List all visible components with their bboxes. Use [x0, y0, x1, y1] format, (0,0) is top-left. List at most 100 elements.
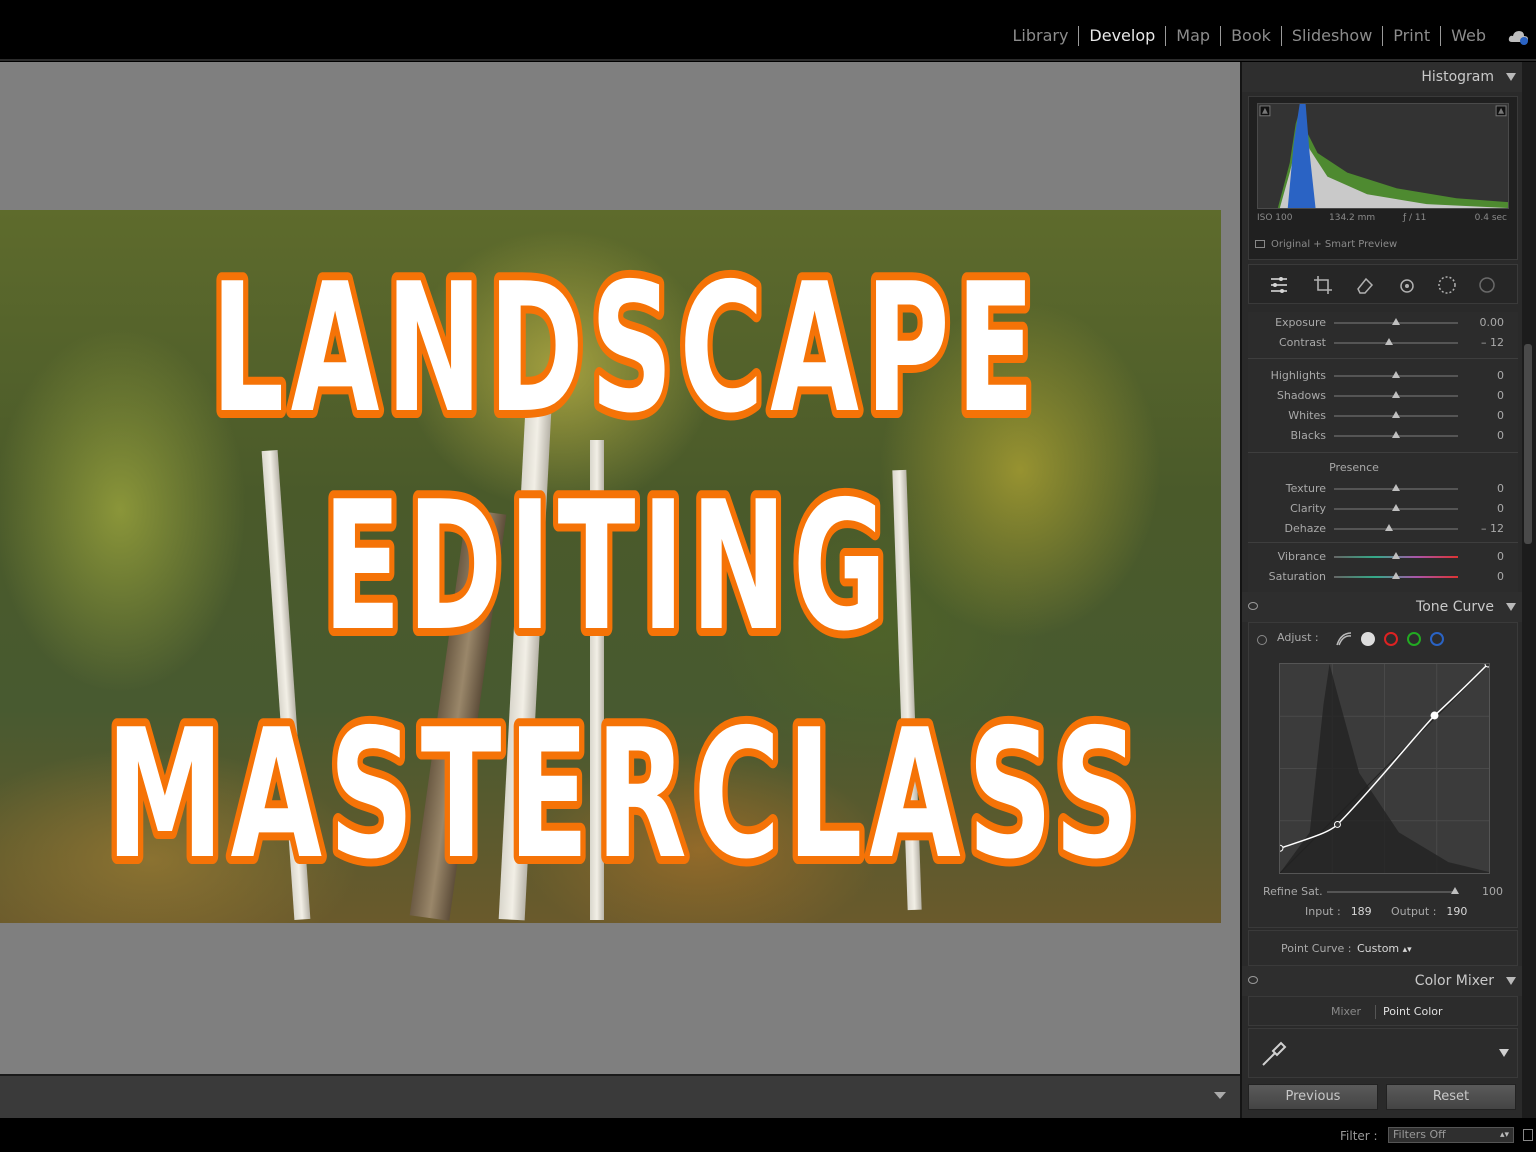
slider-value[interactable]: 0.00 — [1480, 316, 1505, 329]
slider-thumb[interactable] — [1392, 318, 1400, 325]
slider-label: Texture — [1285, 482, 1326, 495]
updown-arrows-icon: ▴▾ — [1402, 945, 1412, 955]
slider-thumb[interactable] — [1392, 431, 1400, 438]
red-eye-icon[interactable] — [1397, 275, 1417, 295]
slider-value[interactable]: 0 — [1497, 502, 1504, 515]
right-panel-scrollbar[interactable] — [1522, 62, 1536, 1118]
slider-value[interactable]: – 12 — [1481, 522, 1504, 535]
filter-lock-icon[interactable] — [1523, 1129, 1533, 1141]
image-canvas[interactable]: LANDSCAPE EDITING MASTERCLASS — [0, 62, 1240, 1074]
refine-saturation-track[interactable] — [1327, 891, 1457, 893]
point-curve-select[interactable]: Custom ▴▾ — [1357, 942, 1412, 955]
module-web[interactable]: Web — [1440, 26, 1496, 46]
tab-point-color[interactable]: Point Color — [1383, 1005, 1443, 1018]
slider-value[interactable]: – 12 — [1481, 336, 1504, 349]
refine-saturation-value[interactable]: 100 — [1482, 885, 1503, 898]
tone-curve-header[interactable]: Tone Curve — [1242, 592, 1524, 622]
presets-icon[interactable] — [1477, 275, 1497, 295]
slider-shadows[interactable]: Shadows 0 — [1248, 387, 1518, 405]
cloud-sync-icon[interactable] — [1508, 28, 1530, 46]
input-label: Input : — [1305, 905, 1341, 918]
eye-icon[interactable] — [1248, 602, 1258, 610]
collapse-triangle-icon[interactable] — [1506, 603, 1516, 611]
module-book[interactable]: Book — [1220, 26, 1281, 46]
slider-exposure[interactable]: Exposure 0.00 — [1248, 314, 1518, 332]
slider-value[interactable]: 0 — [1497, 482, 1504, 495]
slider-label: Dehaze — [1284, 522, 1327, 535]
slider-value[interactable]: 0 — [1497, 429, 1504, 442]
slider-whites[interactable]: Whites 0 — [1248, 407, 1518, 425]
slider-thumb[interactable] — [1392, 411, 1400, 418]
point-curve-row: Point Curve : Custom ▴▾ — [1248, 930, 1518, 966]
eyedropper-icon[interactable] — [1259, 1039, 1289, 1069]
target-adjust-icon[interactable] — [1257, 635, 1267, 645]
basic-panel: Exposure 0.00 Contrast – 12 Highlights 0 Sh… — [1248, 312, 1518, 594]
red-channel-icon[interactable] — [1384, 632, 1398, 646]
chevron-down-icon[interactable] — [1499, 1049, 1509, 1057]
photo-preview[interactable]: LANDSCAPE EDITING MASTERCLASS — [0, 210, 1221, 923]
module-slideshow[interactable]: Slideshow — [1280, 26, 1382, 46]
point-curve-value: Custom — [1357, 942, 1400, 955]
slider-saturation[interactable]: Saturation 0 — [1248, 568, 1518, 586]
histogram-graph[interactable] — [1257, 103, 1509, 209]
crop-icon[interactable] — [1313, 275, 1333, 295]
slider-thumb[interactable] — [1392, 552, 1400, 559]
slider-thumb[interactable] — [1392, 371, 1400, 378]
module-develop[interactable]: Develop — [1078, 26, 1165, 46]
module-map[interactable]: Map — [1165, 26, 1220, 46]
eye-icon[interactable] — [1248, 976, 1258, 984]
slider-label: Clarity — [1290, 502, 1326, 515]
slider-thumb[interactable] — [1392, 572, 1400, 579]
slider-track[interactable] — [1334, 342, 1458, 344]
slider-track[interactable] — [1334, 528, 1458, 530]
slider-contrast[interactable]: Contrast – 12 — [1248, 334, 1518, 352]
parametric-curve-icon[interactable] — [1335, 631, 1353, 647]
smart-preview-status: Original + Smart Preview — [1255, 239, 1397, 250]
refine-saturation-thumb[interactable] — [1451, 887, 1459, 894]
collapse-triangle-icon[interactable] — [1506, 73, 1516, 81]
tone-curve-graph[interactable] — [1279, 663, 1490, 874]
scroll-thumb[interactable] — [1524, 344, 1532, 544]
focal-readout: 134.2 mm — [1329, 213, 1376, 223]
slider-dehaze[interactable]: Dehaze – 12 — [1248, 520, 1518, 538]
reset-button[interactable]: Reset — [1386, 1084, 1516, 1110]
slider-highlights[interactable]: Highlights 0 — [1248, 367, 1518, 385]
slider-value[interactable]: 0 — [1497, 369, 1504, 382]
slider-value[interactable]: 0 — [1497, 389, 1504, 402]
smart-preview-label: Original + Smart Preview — [1271, 239, 1398, 250]
slider-label: Whites — [1288, 409, 1326, 422]
updown-arrows-icon: ▴▾ — [1499, 1130, 1509, 1140]
title-line-1: LANDSCAPE — [211, 245, 1041, 452]
filter-select[interactable]: Filters Off ▴▾ — [1388, 1127, 1514, 1143]
slider-thumb[interactable] — [1392, 391, 1400, 398]
blue-channel-icon[interactable] — [1430, 632, 1444, 646]
module-print[interactable]: Print — [1382, 26, 1440, 46]
slider-thumb[interactable] — [1384, 338, 1393, 345]
slider-value[interactable]: 0 — [1497, 570, 1504, 583]
histogram-title: Histogram — [1421, 69, 1494, 85]
chevron-down-icon[interactable] — [1214, 1092, 1226, 1099]
slider-label: Shadows — [1276, 389, 1326, 402]
slider-thumb[interactable] — [1392, 484, 1400, 491]
tab-mixer[interactable]: Mixer — [1331, 1005, 1361, 1018]
edit-sliders-icon[interactable] — [1269, 275, 1289, 295]
slider-thumb[interactable] — [1384, 524, 1393, 531]
slider-thumb[interactable] — [1392, 504, 1400, 511]
slider-texture[interactable]: Texture 0 — [1248, 480, 1518, 498]
iso-readout: ISO 100 — [1257, 213, 1293, 223]
green-channel-icon[interactable] — [1407, 632, 1421, 646]
color-mixer-header[interactable]: Color Mixer — [1242, 966, 1524, 996]
masking-icon[interactable] — [1437, 275, 1457, 295]
slider-value[interactable]: 0 — [1497, 409, 1504, 422]
healing-eraser-icon[interactable] — [1355, 275, 1375, 295]
slider-value[interactable]: 0 — [1497, 550, 1504, 563]
previous-button[interactable]: Previous — [1248, 1084, 1378, 1110]
slider-blacks[interactable]: Blacks 0 — [1248, 427, 1518, 445]
module-library[interactable]: Library — [1002, 26, 1078, 46]
slider-vibrance[interactable]: Vibrance 0 — [1248, 548, 1518, 566]
point-curve-rgb-icon[interactable] — [1361, 632, 1375, 646]
collapse-triangle-icon[interactable] — [1506, 977, 1516, 985]
color-mixer-title: Color Mixer — [1414, 973, 1494, 989]
histogram-header[interactable]: Histogram — [1242, 62, 1524, 92]
slider-clarity[interactable]: Clarity 0 — [1248, 500, 1518, 518]
